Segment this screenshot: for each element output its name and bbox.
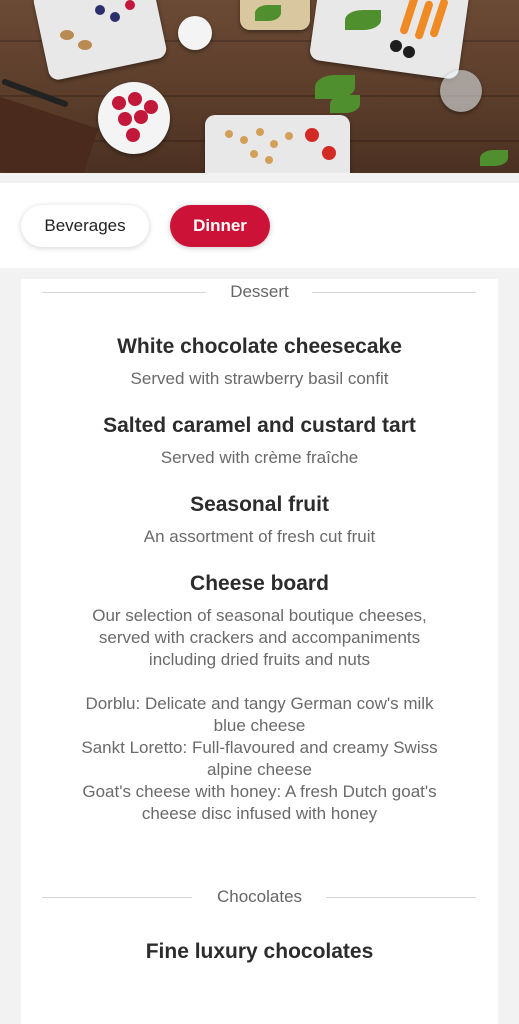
menu-item-description: Served with crème fraîche [160, 448, 359, 467]
menu-item-description-line: cheese disc infused with honey [141, 804, 378, 823]
menu-item: Salted caramel and custard tart Served w… [21, 413, 498, 469]
menu-item-description-line: Sankt Loretto: Full-flavoured and creamy… [81, 738, 438, 757]
menu-item-name: Seasonal fruit [190, 493, 329, 516]
menu-item-description-line: Our selection of seasonal boutique chees… [92, 606, 427, 625]
menu-item-name: Salted caramel and custard tart [103, 414, 416, 437]
menu-item: Seasonal fruit An assortment of fresh cu… [21, 492, 498, 548]
menu-item-description-line [45, 671, 474, 693]
section-header-chocolates: Chocolates [21, 885, 498, 909]
tab-dinner-label: Dinner [193, 216, 247, 235]
menu-item-name: Fine luxury chocolates [145, 940, 374, 963]
menu-item: Fine luxury chocolates [21, 939, 498, 965]
menu-item-description-line: Dorblu: Delicate and tangy German cow's … [85, 694, 434, 713]
menu-item-description: An assortment of fresh cut fruit [143, 527, 376, 546]
menu-card: Dessert White chocolate cheesecake Serve… [21, 279, 498, 1024]
menu-item-description-line: alpine cheese [207, 760, 312, 779]
divider-line [312, 292, 476, 293]
menu-item-name: Cheese board [190, 572, 329, 595]
menu-item-description-line: blue cheese [213, 716, 306, 735]
menu-item-description-line: Goat's cheese with honey: A fresh Dutch … [82, 782, 437, 801]
hero-food-image [0, 0, 519, 173]
menu-item-description: Served with strawberry basil confit [130, 369, 389, 388]
section-header-dessert: Dessert [21, 280, 498, 304]
menu-item: White chocolate cheesecake Served with s… [21, 334, 498, 390]
divider-line [326, 897, 476, 898]
tab-beverages[interactable]: Beverages [21, 205, 149, 247]
menu-item-description-line: including dried fruits and nuts [148, 650, 371, 669]
menu-item-name: White chocolate cheesecake [117, 335, 402, 358]
tab-dinner[interactable]: Dinner [170, 205, 270, 247]
menu-item-description-line: served with crackers and accompaniments [98, 628, 421, 647]
menu-item: Cheese board Our selection of seasonal b… [21, 571, 498, 825]
category-tab-bar: Beverages Dinner [0, 183, 519, 268]
tab-beverages-label: Beverages [44, 216, 126, 235]
